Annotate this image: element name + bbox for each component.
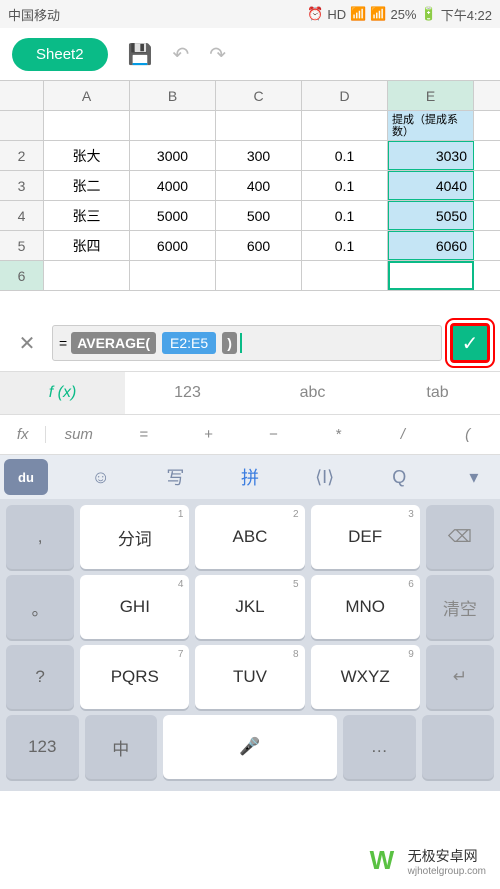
undo-icon[interactable]: ↶ [172, 42, 189, 67]
col-B[interactable]: B [130, 81, 216, 110]
handwrite-icon[interactable]: 写 [153, 459, 197, 495]
key-1[interactable]: 1分词 [80, 505, 189, 569]
battery-pct: 25% [390, 7, 416, 22]
sum-btn[interactable]: sum [46, 426, 111, 443]
key-5[interactable]: 5JKL [195, 575, 304, 639]
ime-toolbar: du ☺ 写 拼 ⟨I⟩ Q ▾ [0, 455, 500, 499]
fx-row: fx sum = + − * / ( [0, 415, 500, 455]
carrier: 中国移动 [8, 5, 60, 24]
wm-logo-icon: W [370, 845, 402, 877]
period-key[interactable]: 。 [6, 575, 74, 639]
num-mode[interactable]: 123 [125, 372, 250, 414]
minus-btn[interactable]: − [241, 426, 306, 443]
key-6[interactable]: 6MNO [311, 575, 420, 639]
col-E[interactable]: E [388, 81, 474, 110]
col-A[interactable]: A [44, 81, 130, 110]
hd-icon: HD [327, 7, 346, 22]
collapse-icon[interactable]: ▾ [452, 459, 496, 495]
code-icon[interactable]: ⟨I⟩ [303, 459, 347, 495]
active-cell[interactable] [388, 261, 474, 290]
formula-bar: ✕ = AVERAGE( E2:E5 ) ✓ [0, 315, 500, 371]
signal-icon: 📶 [370, 6, 386, 22]
key-9[interactable]: 9WXYZ [311, 645, 420, 709]
confirm-button[interactable]: ✓ [450, 323, 490, 363]
key-2[interactable]: 2ABC [195, 505, 304, 569]
fx-mode[interactable]: f (x) [0, 372, 125, 414]
header-e[interactable]: 提成（提成系数） [388, 111, 474, 140]
emoji-icon[interactable]: ☺ [79, 459, 123, 495]
alarm-icon: ⏰ [307, 6, 323, 22]
toolbar: Sheet2 💾 ↶ ↷ [0, 28, 500, 80]
paren-btn[interactable]: ( [435, 426, 500, 443]
corner-cell[interactable] [0, 81, 44, 110]
key-4[interactable]: 4GHI [80, 575, 189, 639]
status-bar: 中国移动 ⏰ HD 📶 📶 25% 🔋 下午4:22 [0, 0, 500, 28]
pinyin-icon[interactable]: 拼 [228, 459, 272, 495]
num-key[interactable]: 123 [6, 715, 79, 779]
watermark: W 无极安卓网 wjhotelgroup.com [366, 841, 490, 881]
row-num[interactable]: 2 [0, 141, 44, 170]
input-mode-row: f (x) 123 abc tab [0, 371, 500, 415]
tab-mode[interactable]: tab [375, 372, 500, 414]
key-3[interactable]: 3DEF [311, 505, 420, 569]
question-key[interactable]: ? [6, 645, 74, 709]
range-token: E2:E5 [162, 332, 216, 354]
col-C[interactable]: C [216, 81, 302, 110]
enter-key[interactable]: ↵ [426, 645, 494, 709]
row-num[interactable]: 3 [0, 171, 44, 200]
fx-label[interactable]: fx [0, 426, 46, 443]
row-num[interactable]: 5 [0, 231, 44, 260]
spreadsheet[interactable]: A B C D E 提成（提成系数） 2张大30003000.130303张二4… [0, 80, 500, 291]
formula-input[interactable]: = AVERAGE( E2:E5 ) [52, 325, 442, 361]
key-7[interactable]: 7PQRS [80, 645, 189, 709]
row-1[interactable] [0, 111, 44, 140]
eq-btn[interactable]: = [111, 426, 176, 443]
ime-logo[interactable]: du [4, 459, 48, 495]
keyboard: , 1分词 2ABC 3DEF ⌫ 。 4GHI 5JKL 6MNO 清空 ? … [0, 499, 500, 791]
paren-token: ) [222, 332, 237, 354]
battery-icon: 🔋 [421, 6, 437, 22]
enter-key-2[interactable] [422, 715, 495, 779]
abc-mode[interactable]: abc [250, 372, 375, 414]
clear-key[interactable]: 清空 [426, 575, 494, 639]
row-active[interactable]: 6 [0, 261, 44, 290]
space-key[interactable]: 🎤 [163, 715, 337, 779]
plus-btn[interactable]: + [176, 426, 241, 443]
row-num[interactable]: 4 [0, 201, 44, 230]
cursor [240, 333, 242, 353]
func-token: AVERAGE( [71, 332, 156, 354]
comma-key[interactable]: , [6, 505, 74, 569]
cancel-button[interactable]: ✕ [10, 326, 44, 360]
lang-key[interactable]: 中 [85, 715, 158, 779]
mult-btn[interactable]: * [306, 426, 371, 443]
sheet-tab[interactable]: Sheet2 [12, 38, 108, 71]
key-8[interactable]: 8TUV [195, 645, 304, 709]
save-icon[interactable]: 💾 [128, 42, 153, 67]
search-icon[interactable]: Q [377, 459, 421, 495]
div-btn[interactable]: / [370, 426, 435, 443]
more-key[interactable]: … [343, 715, 416, 779]
backspace-key[interactable]: ⌫ [426, 505, 494, 569]
redo-icon[interactable]: ↷ [209, 42, 226, 67]
clock: 下午4:22 [441, 5, 492, 24]
col-D[interactable]: D [302, 81, 388, 110]
wifi-icon: 📶 [350, 6, 366, 22]
